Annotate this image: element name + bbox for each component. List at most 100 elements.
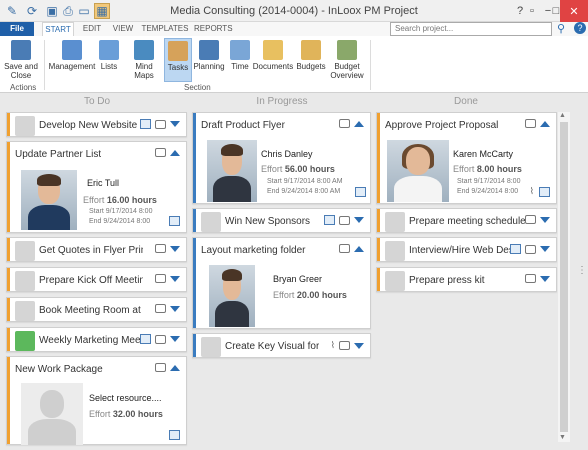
document-icon[interactable]	[140, 119, 151, 129]
time-button[interactable]: Time	[228, 38, 252, 82]
save-close-icon	[11, 40, 31, 60]
budgets-button[interactable]: Budgets	[296, 38, 326, 82]
expand-icon[interactable]	[354, 217, 364, 223]
expand-icon[interactable]	[540, 246, 550, 252]
expand-icon[interactable]	[170, 336, 180, 342]
documents-icon	[263, 40, 283, 60]
column-header-inprogress: In Progress	[256, 96, 308, 107]
document-icon[interactable]	[169, 216, 180, 226]
attachment-icon[interactable]: ⌇	[530, 186, 534, 197]
task-card[interactable]: Prepare meeting schedule a...	[376, 208, 557, 233]
comment-icon[interactable]	[155, 148, 166, 157]
task-title: Create Key Visual for Tra...	[225, 341, 319, 352]
task-card[interactable]: Prepare press kit	[376, 267, 557, 292]
budget-overview-button[interactable]: Budget Overview	[330, 38, 364, 82]
document-icon[interactable]	[355, 187, 366, 197]
task-card[interactable]: Weekly Marketing Meeting	[6, 327, 187, 352]
tab-reports[interactable]: REPORTS	[194, 22, 233, 36]
expand-icon[interactable]	[354, 342, 364, 349]
planning-icon	[199, 40, 219, 60]
mind-maps-button[interactable]: Mind Maps	[126, 38, 162, 82]
effort-label: Effort	[83, 195, 105, 205]
document-icon[interactable]	[140, 334, 151, 344]
start-line: Start 9/17/2014 8:00	[457, 178, 520, 185]
task-card[interactable]: Create Key Visual for Tra... ⌇	[192, 333, 371, 358]
status-bar	[7, 238, 10, 261]
scroll-up-icon[interactable]: ▲	[559, 112, 566, 119]
document-icon[interactable]	[539, 187, 550, 197]
end-label: End	[457, 188, 470, 195]
task-card[interactable]: Prepare Kick Off Meeting	[6, 267, 187, 292]
save-and-close-button[interactable]: Save and Close	[4, 38, 38, 82]
task-card[interactable]: New Work Package Select resource.... Eff…	[6, 356, 187, 445]
documents-button[interactable]: Documents	[253, 38, 293, 82]
task-card[interactable]: Layout marketing folder Bryan Greer Effo…	[192, 237, 371, 329]
task-title: New Work Package	[15, 364, 103, 375]
task-card[interactable]: Book Meeting Room at ...	[6, 297, 187, 322]
comment-icon[interactable]	[525, 244, 536, 254]
collapse-icon[interactable]	[170, 149, 180, 156]
expand-icon[interactable]	[540, 275, 550, 282]
comment-icon[interactable]	[339, 119, 350, 128]
avatar	[21, 383, 83, 445]
lists-button[interactable]: Lists	[96, 38, 122, 82]
comment-icon[interactable]	[155, 119, 166, 129]
tab-edit[interactable]: EDIT	[78, 22, 106, 36]
status-bar	[7, 298, 10, 321]
expand-icon[interactable]	[170, 245, 180, 252]
avatar	[201, 337, 221, 357]
tab-start[interactable]: START	[42, 22, 74, 36]
task-card[interactable]: Draft Product Flyer Chris Danley Effort …	[192, 112, 371, 204]
comment-icon[interactable]	[339, 341, 350, 350]
time-icon	[230, 40, 250, 60]
document-icon[interactable]	[169, 430, 180, 440]
task-card[interactable]: Get Quotes in Flyer Prints	[6, 237, 187, 262]
task-card[interactable]: Interview/Hire Web Desi...	[376, 237, 557, 262]
collapse-icon[interactable]	[354, 245, 364, 252]
comment-icon[interactable]	[525, 119, 536, 128]
comment-icon[interactable]	[155, 244, 166, 253]
scroll-down-icon[interactable]: ▼	[559, 434, 566, 441]
task-card[interactable]: Win New Sponsors	[192, 208, 371, 233]
comment-icon[interactable]	[525, 274, 536, 283]
task-title: Prepare Kick Off Meeting	[39, 275, 143, 286]
avatar	[21, 170, 77, 230]
comment-icon[interactable]	[339, 215, 350, 225]
collapse-icon[interactable]	[170, 364, 180, 371]
task-card[interactable]: Develop New Website D...	[6, 112, 187, 137]
search-input[interactable]: Search project...	[390, 22, 552, 36]
expand-icon[interactable]	[170, 275, 180, 282]
expand-icon[interactable]	[170, 121, 180, 127]
task-card[interactable]: Approve Project Proposal Karen McCarty E…	[376, 112, 557, 204]
document-icon[interactable]	[324, 215, 335, 225]
collapse-icon[interactable]	[354, 120, 364, 127]
comment-icon[interactable]	[339, 244, 350, 253]
task-title: Book Meeting Room at ...	[39, 305, 143, 316]
comment-icon[interactable]	[155, 304, 166, 313]
assignee-name[interactable]: Select resource....	[89, 393, 162, 403]
status-bar	[193, 334, 196, 357]
comment-icon[interactable]	[155, 274, 166, 283]
document-icon[interactable]	[510, 244, 521, 254]
attachment-icon[interactable]: ⌇	[331, 340, 335, 351]
collapse-icon[interactable]	[540, 120, 550, 127]
comment-icon[interactable]	[155, 363, 166, 372]
tab-file[interactable]: File	[0, 22, 34, 36]
search-icon[interactable]: ⚲	[557, 22, 565, 35]
tasks-button[interactable]: Tasks	[164, 38, 192, 82]
scrollbar-thumb[interactable]	[560, 122, 568, 432]
management-button[interactable]: Management	[49, 38, 95, 82]
comment-icon[interactable]	[155, 334, 166, 344]
close-button[interactable]: ✕	[560, 0, 588, 22]
expand-icon[interactable]	[170, 305, 180, 312]
tab-templates[interactable]: TEMPLATES	[140, 22, 190, 36]
expand-icon[interactable]	[540, 216, 550, 223]
planning-button[interactable]: Planning	[193, 38, 225, 82]
comment-icon[interactable]	[525, 215, 536, 224]
help-icon[interactable]: ?	[574, 22, 586, 34]
title-bar: ✎ ⟳ ▣ ⎙ ▭ ▦ Media Consulting (2014-0004)…	[0, 0, 588, 22]
effort-value: 32.00 hours	[112, 409, 163, 419]
panel-grip-icon[interactable]: ⋮	[577, 265, 587, 276]
tab-view[interactable]: VIEW	[110, 22, 136, 36]
task-card[interactable]: Update Partner List Eric Tull Effort 16.…	[6, 141, 187, 233]
